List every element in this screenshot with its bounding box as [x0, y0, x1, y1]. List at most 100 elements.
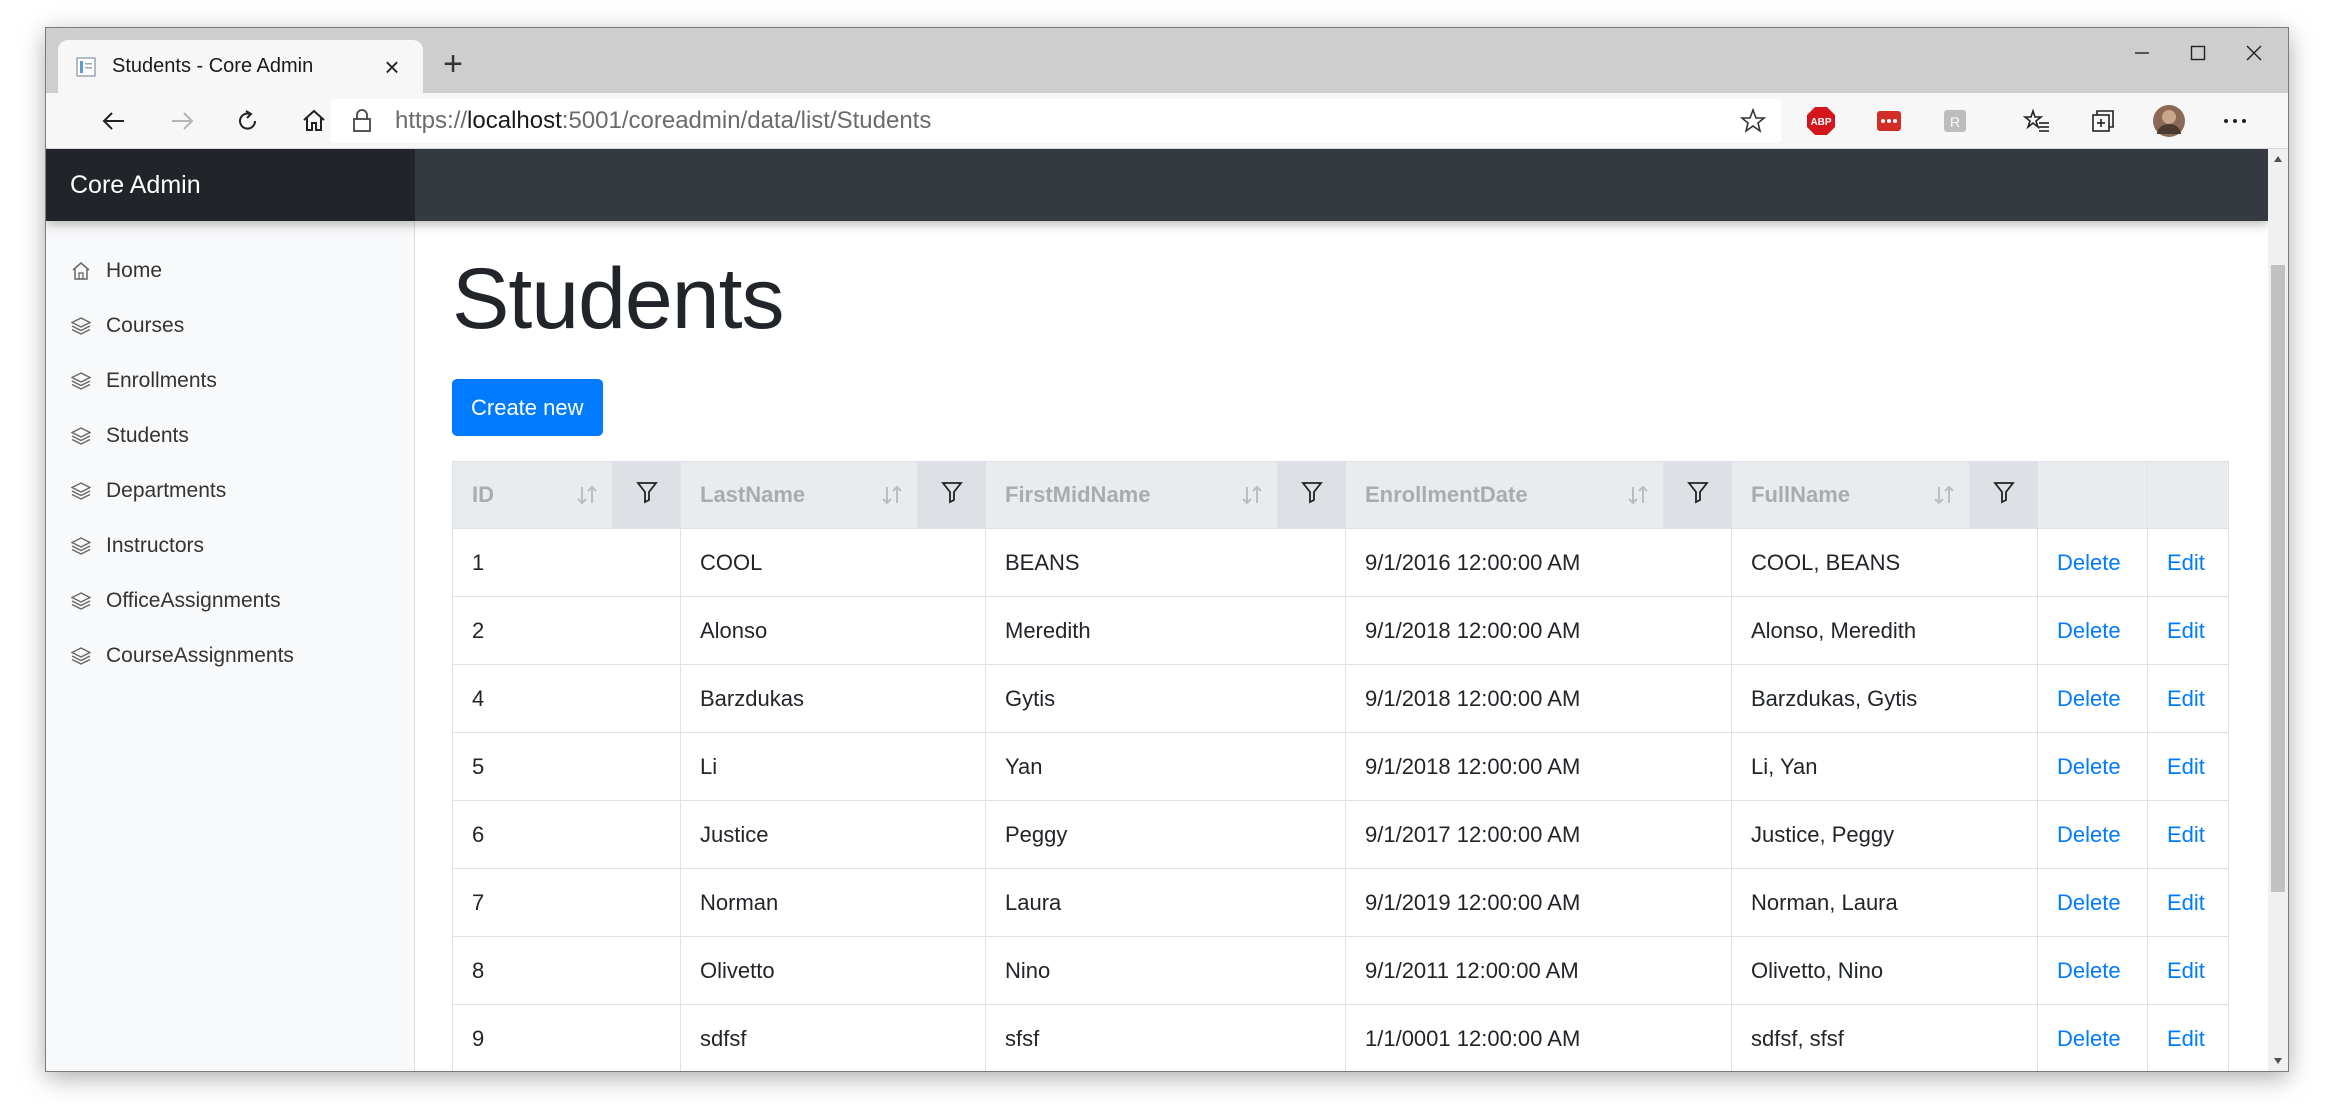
refresh-icon[interactable]	[226, 101, 270, 141]
table-header-row: ID LastName FirstMidName EnrollmentDate	[452, 461, 2229, 529]
layers-icon	[70, 370, 92, 392]
delete-link[interactable]: Delete	[2037, 596, 2148, 665]
scroll-down-icon[interactable]	[2268, 1051, 2288, 1071]
delete-link[interactable]: Delete	[2037, 528, 2148, 597]
edit-link[interactable]: Edit	[2147, 528, 2229, 597]
filter-button-firstmidname[interactable]	[1277, 461, 1346, 529]
lastname-cell: Olivetto	[680, 936, 986, 1005]
column-label: ID	[472, 482, 494, 507]
table-row: 9 sdfsf sfsf 1/1/0001 12:00:00 AM sdfsf, sfs…	[452, 1004, 2229, 1071]
sidebar-item-label: Instructors	[106, 533, 205, 557]
sidebar-item-label: OfficeAssignments	[106, 588, 281, 612]
profile-avatar[interactable]	[2152, 104, 2186, 138]
column-header-firstmidname[interactable]: FirstMidName	[985, 461, 1278, 529]
abp-icon[interactable]: ABP	[1804, 104, 1838, 138]
column-header-lastname[interactable]: LastName	[680, 461, 918, 529]
url-path: :5001/coreadmin/data/list/Students	[561, 107, 932, 134]
firstmidname-cell: Peggy	[985, 800, 1346, 869]
table-row: 6 Justice Peggy 9/1/2017 12:00:00 AM Justice…	[452, 800, 2229, 869]
edit-link[interactable]: Edit	[2147, 868, 2229, 937]
column-label: EnrollmentDate	[1365, 482, 1528, 507]
delete-link[interactable]: Delete	[2037, 868, 2148, 937]
page-favicon-icon	[74, 55, 98, 79]
sort-icon[interactable]	[1933, 484, 1955, 512]
filter-button-lastname[interactable]	[917, 461, 986, 529]
sidebar-item-departments[interactable]: Departments	[46, 463, 414, 518]
sidebar-item-courses[interactable]: Courses	[46, 298, 414, 353]
enrollmentdate-cell: 9/1/2018 12:00:00 AM	[1345, 664, 1732, 733]
favorites-icon[interactable]	[2020, 104, 2054, 138]
column-header-enrollmentdate[interactable]: EnrollmentDate	[1345, 461, 1664, 529]
sidebar: Home Courses Enrollments Students Depart…	[46, 221, 415, 1071]
sidebar-item-officeassignments[interactable]: OfficeAssignments	[46, 573, 414, 628]
fullname-cell: Barzdukas, Gytis	[1731, 664, 2038, 733]
table-row: 2 Alonso Meredith 9/1/2018 12:00:00 AM Alons…	[452, 596, 2229, 665]
id-cell: 9	[452, 1004, 681, 1071]
home-icon	[70, 260, 92, 282]
fullname-cell: COOL, BEANS	[1731, 528, 2038, 597]
column-label: FirstMidName	[1005, 482, 1151, 507]
edit-link[interactable]: Edit	[2147, 1004, 2229, 1071]
delete-link[interactable]: Delete	[2037, 732, 2148, 801]
collections-icon[interactable]	[2086, 104, 2120, 138]
sidebar-item-students[interactable]: Students	[46, 408, 414, 463]
table-body: 1 COOL BEANS 9/1/2016 12:00:00 AM COOL, BEAN…	[452, 528, 2229, 1071]
firstmidname-cell: sfsf	[985, 1004, 1346, 1071]
home-button-icon[interactable]	[292, 101, 336, 141]
create-new-button[interactable]: Create new	[452, 379, 603, 436]
vertical-scrollbar[interactable]	[2268, 149, 2288, 1071]
tab-close-icon[interactable]: ×	[377, 54, 407, 80]
translate-icon[interactable]: R	[1938, 104, 1972, 138]
sidebar-item-courseassignments[interactable]: CourseAssignments	[46, 628, 414, 683]
lastname-cell: Alonso	[680, 596, 986, 665]
page-title: Students	[452, 251, 784, 347]
sidebar-item-enrollments[interactable]: Enrollments	[46, 353, 414, 408]
firstmidname-cell: Yan	[985, 732, 1346, 801]
more-icon[interactable]	[2218, 104, 2252, 138]
edit-link[interactable]: Edit	[2147, 800, 2229, 869]
address-field[interactable]: https://localhost:5001/coreadmin/data/li…	[331, 99, 1781, 143]
sidebar-item-home[interactable]: Home	[46, 243, 414, 298]
filter-button-id[interactable]	[612, 461, 681, 529]
sort-icon[interactable]	[881, 484, 903, 512]
svg-text:ABP: ABP	[1810, 117, 1831, 128]
new-tab-button[interactable]: +	[430, 42, 476, 88]
sort-icon[interactable]	[1627, 484, 1649, 512]
column-header-fullname[interactable]: FullName	[1731, 461, 1970, 529]
delete-link[interactable]: Delete	[2037, 1004, 2148, 1071]
edit-link[interactable]: Edit	[2147, 732, 2229, 801]
column-header-id[interactable]: ID	[452, 461, 613, 529]
back-icon[interactable]	[92, 101, 136, 141]
id-cell: 2	[452, 596, 681, 665]
enrollmentdate-cell: 9/1/2019 12:00:00 AM	[1345, 868, 1732, 937]
delete-link[interactable]: Delete	[2037, 936, 2148, 1005]
delete-link[interactable]: Delete	[2037, 664, 2148, 733]
browser-tab[interactable]: Students - Core Admin ×	[58, 40, 423, 93]
close-window-icon[interactable]	[2220, 28, 2288, 78]
svg-text:R: R	[1950, 114, 1960, 130]
sort-icon[interactable]	[1241, 484, 1263, 512]
filter-icon	[1992, 482, 2016, 509]
table-row: 8 Olivetto Nino 9/1/2011 12:00:00 AM Olivett…	[452, 936, 2229, 1005]
brand[interactable]: Core Admin	[46, 149, 415, 221]
filter-button-fullname[interactable]	[1969, 461, 2038, 529]
firstmidname-cell: BEANS	[985, 528, 1346, 597]
scroll-up-icon[interactable]	[2268, 149, 2288, 169]
edit-link[interactable]: Edit	[2147, 596, 2229, 665]
top-navbar: Core Admin	[46, 149, 2268, 221]
table-row: 1 COOL BEANS 9/1/2016 12:00:00 AM COOL, BEAN…	[452, 528, 2229, 597]
favorite-star-icon[interactable]	[1739, 107, 1767, 140]
sort-icon[interactable]	[576, 484, 598, 512]
page-viewport: Core Admin Home Courses Enrollments Stud…	[46, 149, 2268, 1071]
edit-link[interactable]: Edit	[2147, 936, 2229, 1005]
sidebar-item-instructors[interactable]: Instructors	[46, 518, 414, 573]
lastname-cell: COOL	[680, 528, 986, 597]
delete-link[interactable]: Delete	[2037, 800, 2148, 869]
scrollbar-thumb[interactable]	[2271, 265, 2285, 892]
fullname-cell: Justice, Peggy	[1731, 800, 2038, 869]
lastpass-icon[interactable]	[1872, 104, 1906, 138]
forward-icon	[160, 101, 204, 141]
edit-link[interactable]: Edit	[2147, 664, 2229, 733]
firstmidname-cell: Nino	[985, 936, 1346, 1005]
filter-button-enrollmentdate[interactable]	[1663, 461, 1732, 529]
